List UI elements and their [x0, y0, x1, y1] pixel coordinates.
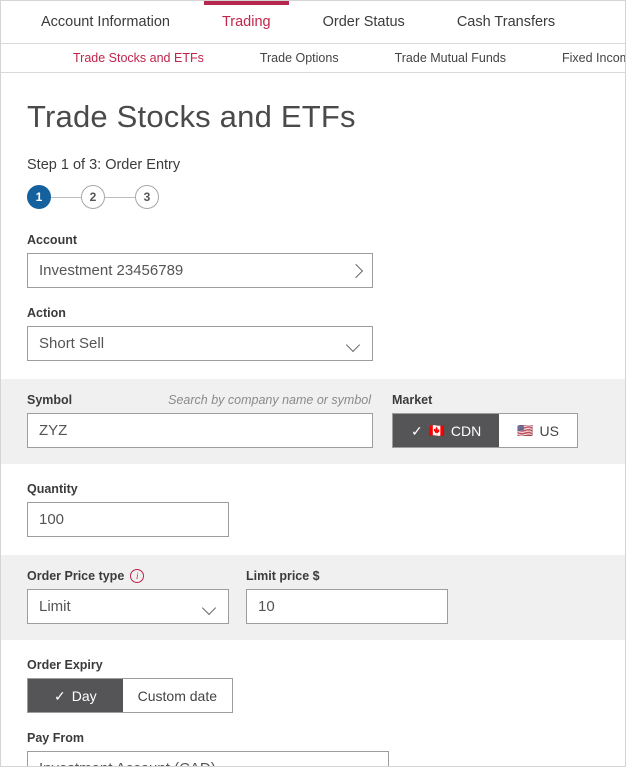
secondary-navigation: Trade Stocks and ETFs Trade Options Trad… [1, 44, 625, 73]
symbol-input[interactable]: ZYZ [27, 413, 373, 448]
limit-price-field-group: Limit price $ 10 [246, 569, 448, 624]
market-toggle-cdn-label: CDN [450, 422, 482, 439]
chevron-down-icon [347, 340, 361, 348]
pay-from-value: Investment Account (CAD) [39, 760, 363, 766]
usa-flag-icon: 🇺🇸 [517, 423, 534, 438]
limit-price-label: Limit price $ [246, 569, 320, 583]
account-value: Investment 23456789 [39, 262, 184, 279]
quantity-label: Quantity [27, 482, 78, 496]
account-label: Account [27, 233, 77, 247]
action-field-group: Action Short Sell [1, 306, 625, 361]
subnav-item-trade-mutual-funds[interactable]: Trade Mutual Funds [367, 51, 534, 65]
order-expiry-toggle-day-label: Day [71, 687, 97, 704]
order-expiry-toggle-group: ✓ Day Custom date [27, 678, 234, 713]
nav-item-label: Account Information [41, 14, 170, 30]
market-toggle-us[interactable]: 🇺🇸 US [499, 414, 577, 447]
step-circle-3[interactable]: 3 [135, 185, 159, 209]
market-toggle-us-label: US [539, 422, 559, 439]
page-title: Trade Stocks and ETFs [27, 99, 356, 134]
order-expiry-toggle-custom-date-label: Custom date [137, 687, 218, 704]
canada-flag-icon: 🇨🇦 [428, 423, 445, 438]
symbol-helper-text: Search by company name or symbol [168, 393, 371, 407]
account-selector[interactable]: Investment 23456789 [27, 253, 373, 288]
symbol-value: ZYZ [39, 422, 68, 439]
step-progress-text: Step 1 of 3: Order Entry [27, 157, 181, 173]
action-value: Short Sell [39, 335, 105, 352]
order-expiry-label: Order Expiry [27, 658, 103, 672]
order-expiry-toggle-day[interactable]: ✓ Day [28, 679, 123, 712]
action-label: Action [27, 306, 66, 320]
chevron-right-icon [351, 264, 361, 278]
order-expiry-toggle-custom-date[interactable]: Custom date [122, 679, 233, 712]
step-circle-1[interactable]: 1 [27, 185, 51, 209]
trade-page: Account Information Trading Order Status… [0, 0, 626, 767]
nav-item-cash-transfers[interactable]: Cash Transfers [431, 1, 581, 44]
step-circle-2[interactable]: 2 [81, 185, 105, 209]
market-field-group: Market ✓ 🇨🇦 CDN 🇺🇸 US [392, 393, 578, 448]
pay-from-field-group: Pay From Investment Account (CAD) [1, 731, 625, 766]
order-price-type-dropdown[interactable]: Limit [27, 589, 229, 624]
market-label: Market [392, 393, 433, 407]
symbol-market-section: Symbol Search by company name or symbol … [1, 379, 625, 464]
order-price-type-field-group: Order Price type i Limit [27, 569, 229, 624]
step-connector [105, 196, 135, 198]
nav-item-label: Cash Transfers [456, 14, 556, 30]
order-expiry-field-group: Order Expiry ✓ Day Custom date [1, 658, 625, 713]
quantity-value: 100 [39, 511, 65, 528]
symbol-field-group: Symbol Search by company name or symbol … [27, 393, 373, 448]
pay-from-label: Pay From [27, 731, 84, 745]
check-icon: ✓ [411, 422, 423, 439]
quantity-input[interactable]: 100 [27, 502, 229, 537]
symbol-label: Symbol [27, 393, 73, 407]
page-content: Trade Stocks and ETFs Step 1 of 3: Order… [1, 99, 625, 766]
nav-item-label: Order Status [322, 14, 405, 30]
pay-from-dropdown[interactable]: Investment Account (CAD) [27, 751, 389, 766]
order-price-type-label: Order Price type [27, 569, 125, 583]
order-price-section: Order Price type i Limit Limit price $ 1… [1, 555, 625, 640]
nav-item-order-status[interactable]: Order Status [297, 1, 431, 44]
order-price-type-value: Limit [39, 598, 71, 615]
nav-item-label: Trading [221, 14, 271, 30]
limit-price-value: 10 [258, 598, 275, 615]
subnav-item-trade-options[interactable]: Trade Options [232, 51, 367, 65]
nav-item-trading[interactable]: Trading [196, 1, 297, 44]
check-icon: ✓ [54, 687, 66, 704]
action-dropdown[interactable]: Short Sell [27, 326, 373, 361]
subnav-item-fixed-income[interactable]: Fixed Income [534, 51, 625, 65]
info-icon[interactable]: i [130, 569, 145, 583]
quantity-field-group: Quantity 100 [1, 482, 625, 537]
step-connector [51, 196, 81, 198]
market-toggle-cdn[interactable]: ✓ 🇨🇦 CDN [393, 414, 500, 447]
market-toggle-group: ✓ 🇨🇦 CDN 🇺🇸 US [392, 413, 578, 448]
chevron-down-icon [203, 603, 217, 611]
nav-item-account-information[interactable]: Account Information [15, 1, 196, 44]
subnav-item-trade-stocks-and-etfs[interactable]: Trade Stocks and ETFs [45, 51, 232, 65]
step-indicator: 1 2 3 [27, 185, 625, 209]
account-field-group: Account Investment 23456789 [1, 233, 625, 288]
limit-price-input[interactable]: 10 [246, 589, 448, 624]
primary-navigation: Account Information Trading Order Status… [1, 1, 625, 44]
